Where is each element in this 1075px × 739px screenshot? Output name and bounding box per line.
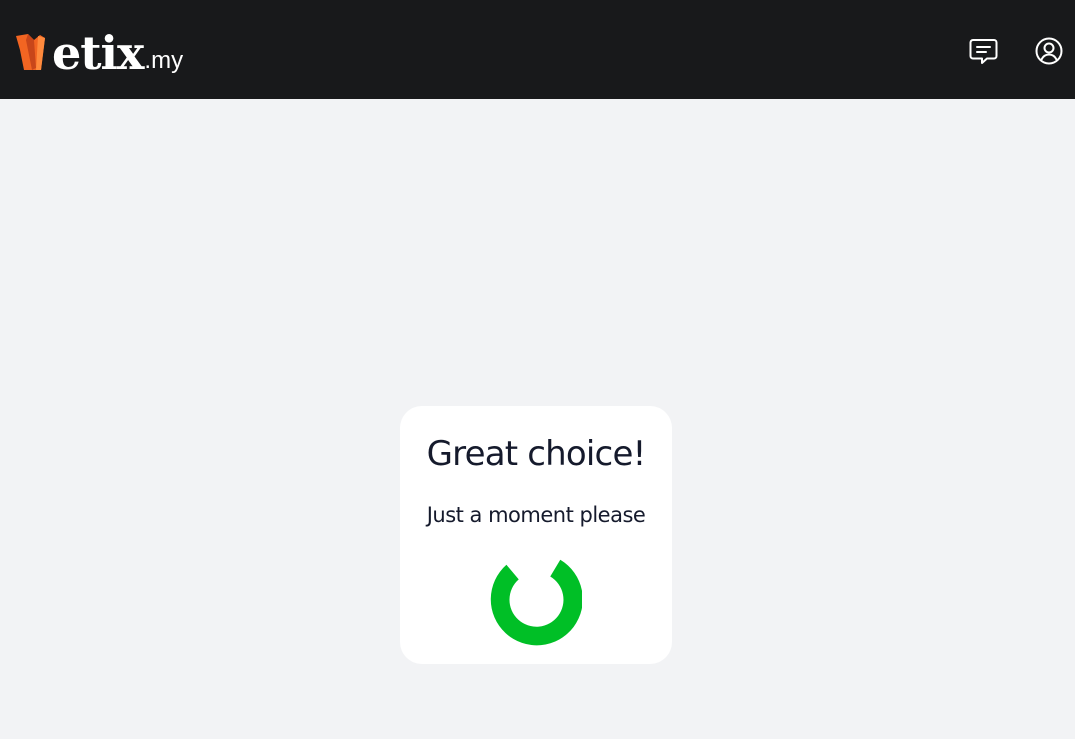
user-account-icon (1035, 37, 1063, 65)
chat-message-icon (969, 38, 997, 64)
logo-wordmark: etix (52, 26, 144, 80)
account-button[interactable] (1034, 36, 1064, 66)
logo-domain-suffix: .my (144, 47, 184, 74)
ticket-stub-icon (16, 34, 45, 70)
card-title: Great choice! (426, 434, 647, 474)
etix-logo[interactable]: etix .my (14, 26, 183, 76)
top-navigation-bar: etix .my (0, 0, 1075, 99)
loading-spinner-icon (490, 559, 582, 646)
card-subtitle: Just a moment please (426, 503, 646, 527)
loading-card: Great choice! Just a moment please (400, 406, 672, 664)
chat-button[interactable] (968, 36, 998, 66)
